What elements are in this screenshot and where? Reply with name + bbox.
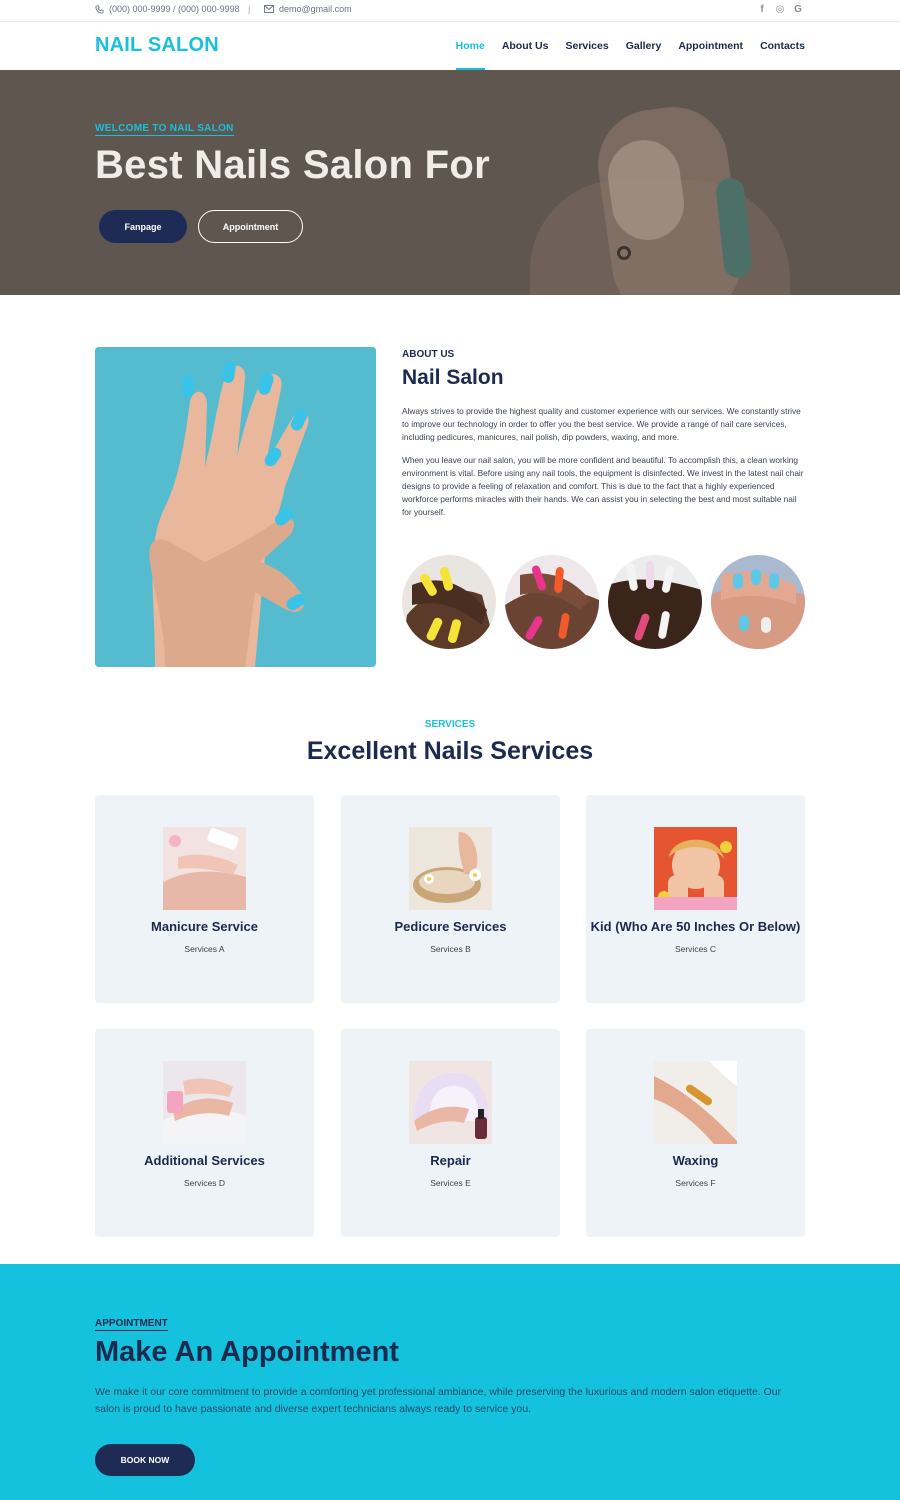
hero-background-ring: [617, 246, 631, 260]
nav-contacts[interactable]: Contacts: [760, 22, 805, 70]
facebook-icon[interactable]: f: [757, 4, 767, 16]
service-card-manicure[interactable]: Manicure Service Services A: [95, 795, 314, 1003]
service-card-additional[interactable]: Additional Services Services D: [95, 1029, 314, 1237]
about-paragraph-1: Always strives to provide the highest qu…: [402, 406, 801, 442]
service-title: Kid (Who Are 50 Inches Or Below): [590, 919, 801, 934]
kid-image: [654, 827, 737, 910]
service-title: Manicure Service: [151, 919, 258, 934]
service-title: Pedicure Services: [394, 919, 507, 934]
service-title: Additional Services: [144, 1153, 265, 1168]
service-subtitle: Services B: [430, 944, 471, 954]
services-label: SERVICES: [424, 719, 476, 730]
gallery-thumb-pink-nails[interactable]: [505, 555, 599, 649]
top-bar: (000) 000-9999 / (000) 000-9998 | demo@g…: [0, 0, 900, 22]
hero-banner: WELCOME TO NAIL SALON Best Nails Salon F…: [0, 70, 900, 295]
gallery-thumb-white-nails[interactable]: [608, 555, 702, 649]
service-title: Waxing: [672, 1153, 719, 1168]
social-links: f ◎ G: [757, 4, 803, 16]
about-paragraph-2: When you leave our nail salon, you will …: [402, 455, 804, 517]
nav-appointment[interactable]: Appointment: [678, 22, 743, 70]
hero-title: Best Nails Salon For: [95, 143, 490, 187]
gallery-thumb-yellow-nails[interactable]: [402, 555, 496, 649]
main-nav: Home About Us Services Gallery Appointme…: [439, 22, 805, 70]
service-subtitle: Services E: [430, 1178, 471, 1188]
about-label: ABOUT US: [402, 349, 455, 360]
phone-icon: [95, 4, 104, 14]
site-logo[interactable]: NAIL SALON: [95, 34, 219, 57]
email-address: demo@gmail.com: [279, 4, 352, 14]
instagram-icon[interactable]: ◎: [775, 4, 785, 16]
nav-home[interactable]: Home: [455, 22, 486, 70]
service-subtitle: Services D: [183, 1178, 226, 1188]
service-subtitle: Services F: [675, 1178, 716, 1188]
email-contact[interactable]: demo@gmail.com: [264, 4, 352, 14]
nav-about-us[interactable]: About Us: [502, 22, 549, 70]
service-subtitle: Services A: [184, 944, 225, 954]
nav-services[interactable]: Services: [565, 22, 608, 70]
service-card-repair[interactable]: Repair Services E: [341, 1029, 560, 1237]
manicure-image: [163, 827, 246, 910]
appointment-button[interactable]: Appointment: [198, 210, 303, 243]
hero-tagline: WELCOME TO NAIL SALON: [95, 123, 234, 136]
gallery-thumb-blue-nails[interactable]: [711, 555, 805, 649]
appointment-label: APPOINTMENT: [95, 1318, 168, 1331]
phone-numbers: (000) 000-9999 / (000) 000-9998: [109, 4, 240, 14]
services-title: Excellent Nails Services: [306, 737, 594, 765]
google-icon[interactable]: G: [793, 4, 803, 16]
service-card-waxing[interactable]: Waxing Services F: [586, 1029, 805, 1237]
nav-gallery[interactable]: Gallery: [626, 22, 662, 70]
waxing-image: [654, 1061, 737, 1144]
about-title: Nail Salon: [402, 366, 504, 389]
mail-icon: [264, 5, 274, 13]
service-card-kid[interactable]: Kid (Who Are 50 Inches Or Below) Service…: [586, 795, 805, 1003]
phone-contact[interactable]: (000) 000-9999 / (000) 000-9998: [95, 4, 240, 14]
appointment-description: We make it our core commitment to provid…: [95, 1386, 782, 1415]
repair-image: [409, 1061, 492, 1144]
additional-services-image: [163, 1061, 246, 1144]
service-subtitle: Services C: [674, 944, 717, 954]
book-now-button[interactable]: BOOK NOW: [95, 1444, 195, 1476]
appointment-title: Make An Appointment: [95, 1336, 399, 1368]
fanpage-button[interactable]: Fanpage: [99, 210, 187, 243]
appointment-section: APPOINTMENT Make An Appointment We make …: [0, 1264, 900, 1500]
service-title: Repair: [430, 1153, 471, 1168]
site-header: NAIL SALON Home About Us Services Galler…: [0, 22, 900, 70]
service-card-pedicure[interactable]: Pedicure Services Services B: [341, 795, 560, 1003]
topbar-separator: |: [248, 4, 251, 14]
about-hands-image: [95, 347, 376, 667]
pedicure-image: [409, 827, 492, 910]
